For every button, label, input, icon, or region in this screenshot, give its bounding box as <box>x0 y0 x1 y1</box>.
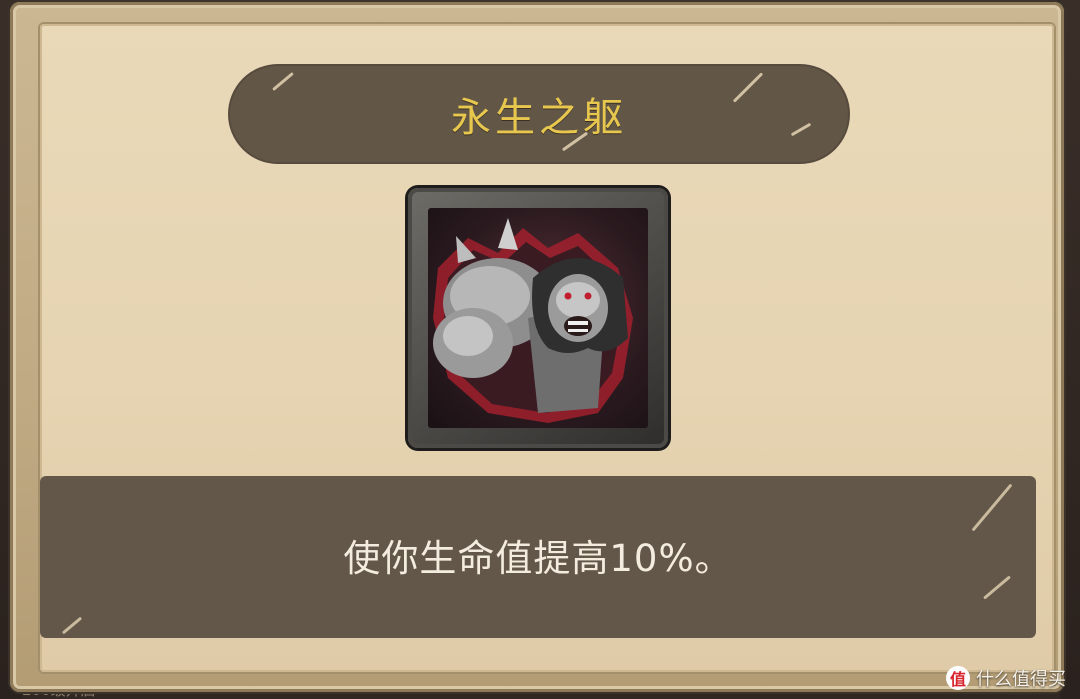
title-banner: 永生之躯 <box>230 66 848 162</box>
watermark-text: 什么值得买 <box>976 669 1066 690</box>
scratch-mark <box>272 71 294 92</box>
scratch-mark <box>790 122 812 137</box>
talent-icon-frame <box>408 188 668 448</box>
watermark-badge-icon: 值 <box>946 666 970 690</box>
description-panel: 使你生命值提高10%。 <box>40 476 1036 638</box>
scratch-mark <box>732 72 764 103</box>
watermark: 值 什么值得买 <box>946 665 1066 691</box>
scratch-mark <box>971 483 1013 532</box>
scratch-mark <box>983 575 1011 600</box>
gorilla-berserk-icon <box>428 208 648 428</box>
game-screen: 200级开启 永生之躯 <box>0 0 1080 699</box>
talent-description: 使你生命值提高10%。 <box>343 537 733 580</box>
talent-title: 永生之躯 <box>451 95 627 141</box>
scratch-mark <box>61 616 83 635</box>
